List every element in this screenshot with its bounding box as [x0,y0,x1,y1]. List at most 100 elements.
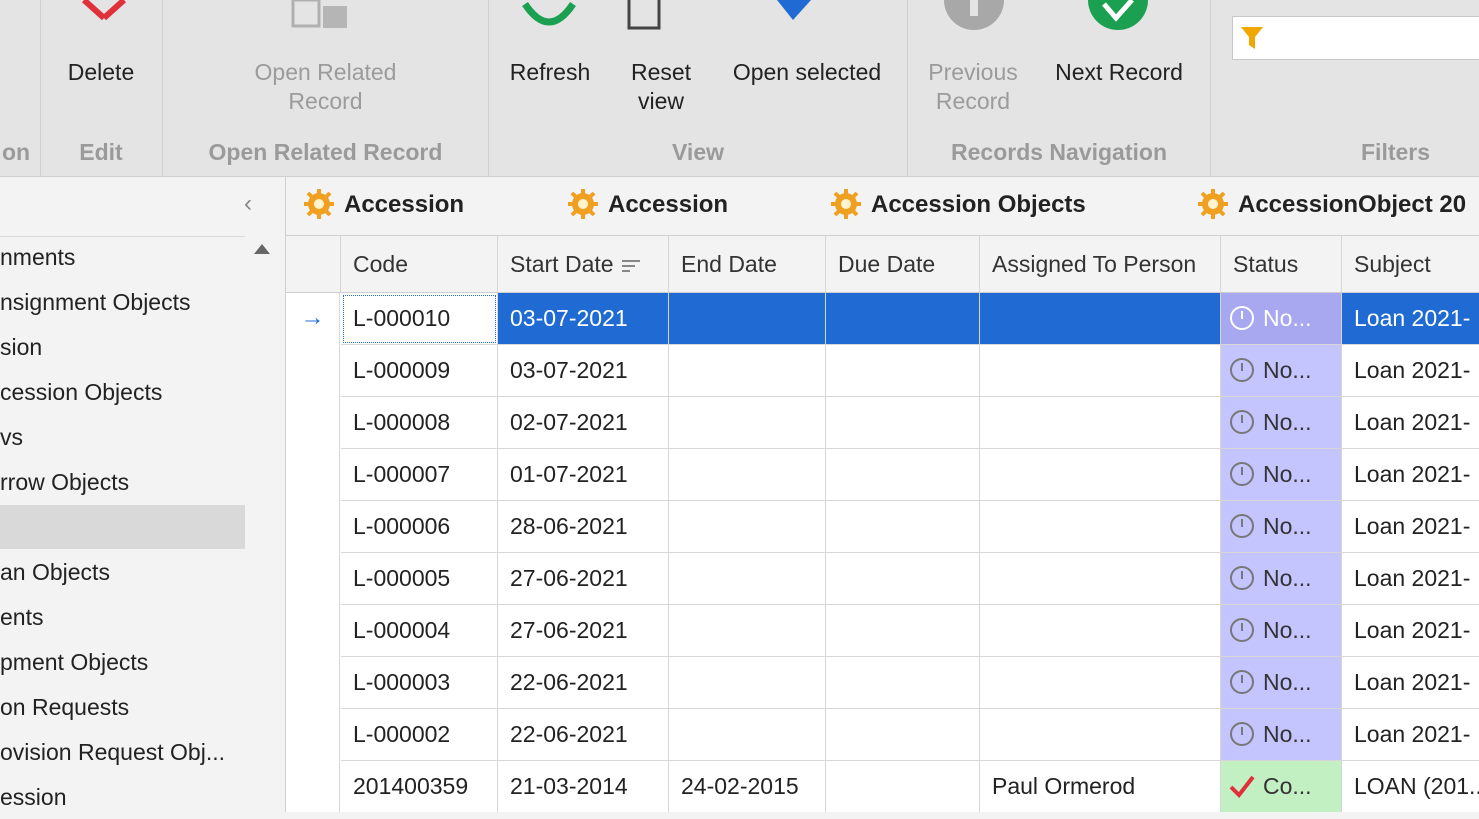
column-header-subject[interactable]: Subject [1342,236,1479,292]
column-header-assigned-to-person[interactable]: Assigned To Person [980,236,1221,292]
row-indicator[interactable] [286,501,340,553]
cell-status[interactable]: No... [1221,449,1342,501]
cell-status[interactable]: No... [1221,605,1342,657]
open-related-record-button[interactable]: Open Related Record [163,58,488,116]
column-header-due-date[interactable]: Due Date [826,236,980,292]
cell-assigned-to-person[interactable] [980,293,1221,345]
cell-assigned-to-person[interactable] [980,501,1221,553]
cell-end-date[interactable] [669,605,826,657]
sidebar-item[interactable]: rrow Objects [0,460,245,504]
cell-start-date[interactable]: 03-07-2021 [498,293,669,345]
cell-status[interactable]: No... [1221,345,1342,397]
cell-subject[interactable]: Loan 2021- [1342,501,1479,553]
cell-code[interactable]: 201400359 [341,761,498,812]
previous-record-button[interactable]: Previous Record [908,58,1038,116]
cell-assigned-to-person[interactable] [980,345,1221,397]
table-row[interactable]: L-000008 02-07-2021 No... Loan 2021- [286,397,1479,449]
column-header-status[interactable]: Status [1221,236,1342,292]
cell-end-date[interactable] [669,553,826,605]
table-row[interactable]: L-000003 22-06-2021 No... Loan 2021- [286,657,1479,709]
cell-status[interactable]: Co... [1221,761,1342,812]
cell-status[interactable]: No... [1221,657,1342,709]
cell-end-date[interactable] [669,501,826,553]
tab-accession-1[interactable]: Accession [304,177,464,235]
cell-subject[interactable]: Loan 2021- [1342,709,1479,761]
row-indicator[interactable] [286,449,340,501]
sidebar-item[interactable]: vs [0,415,245,459]
cell-end-date[interactable] [669,397,826,449]
cell-status[interactable]: No... [1221,709,1342,761]
tab-accessionobject-20[interactable]: AccessionObject 20 [1198,177,1466,235]
cell-start-date[interactable]: 22-06-2021 [498,657,669,709]
cell-code[interactable]: L-000005 [341,553,498,605]
tab-accession-objects[interactable]: Accession Objects [831,177,1086,235]
cell-assigned-to-person[interactable] [980,449,1221,501]
next-record-button[interactable]: Next Record [1044,58,1194,87]
cell-due-date[interactable] [826,397,980,449]
row-indicator[interactable] [286,345,340,397]
row-indicator[interactable] [286,553,340,605]
column-header-start-date[interactable]: Start Date [498,236,669,292]
cell-due-date[interactable] [826,501,980,553]
cell-start-date[interactable]: 03-07-2021 [498,345,669,397]
cell-due-date[interactable] [826,293,980,345]
table-row[interactable]: L-000005 27-06-2021 No... Loan 2021- [286,553,1479,605]
sidebar-item[interactable]: ents [0,595,245,639]
row-indicator[interactable]: → [286,293,340,345]
column-header-end-date[interactable]: End Date [669,236,826,292]
cell-subject[interactable]: Loan 2021- [1342,449,1479,501]
cell-status[interactable]: No... [1221,501,1342,553]
sidebar-item[interactable]: on Requests [0,685,245,729]
table-row[interactable]: L-000006 28-06-2021 No... Loan 2021- [286,501,1479,553]
cell-end-date[interactable] [669,345,826,397]
cell-due-date[interactable] [826,449,980,501]
cell-code[interactable]: L-000006 [341,501,498,553]
cell-code[interactable]: L-000010 [341,293,498,345]
table-row-selected[interactable]: → L-000010 03-07-2021 No... Loan 2021- [286,293,1479,345]
cell-code[interactable]: L-000004 [341,605,498,657]
row-indicator[interactable] [286,761,340,812]
row-indicator[interactable] [286,397,340,449]
cell-due-date[interactable] [826,657,980,709]
cell-subject[interactable]: Loan 2021- [1342,345,1479,397]
cell-start-date[interactable]: 22-06-2021 [498,709,669,761]
cell-start-date[interactable]: 21-03-2014 [498,761,669,812]
cell-status[interactable]: No... [1221,293,1342,345]
cell-end-date[interactable]: 24-02-2015 [669,761,826,812]
cell-status[interactable]: No... [1221,397,1342,449]
cell-subject[interactable]: Loan 2021- [1342,553,1479,605]
cell-end-date[interactable] [669,709,826,761]
cell-assigned-to-person[interactable] [980,397,1221,449]
table-row[interactable]: L-000004 27-06-2021 No... Loan 2021- [286,605,1479,657]
cell-subject[interactable]: LOAN (201... [1342,761,1479,812]
sidebar-item[interactable]: cession Objects [0,370,245,414]
sidebar-item[interactable]: nsignment Objects [0,280,245,324]
cell-subject[interactable]: Loan 2021- [1342,397,1479,449]
cell-subject[interactable]: Loan 2021- [1342,657,1479,709]
table-row[interactable]: L-000002 22-06-2021 No... Loan 2021- [286,709,1479,761]
scroll-up-icon[interactable] [254,244,270,254]
filter-input[interactable] [1232,16,1479,60]
row-indicator[interactable] [286,709,340,761]
delete-button[interactable]: Delete [40,58,162,87]
sidebar-item[interactable]: an Objects [0,550,245,594]
table-row[interactable]: L-000009 03-07-2021 No... Loan 2021- [286,345,1479,397]
cell-assigned-to-person[interactable] [980,657,1221,709]
cell-due-date[interactable] [826,761,980,812]
cell-subject[interactable]: Loan 2021- [1342,605,1479,657]
cell-assigned-to-person[interactable]: Paul Ormerod [980,761,1221,812]
cell-start-date[interactable]: 27-06-2021 [498,553,669,605]
cell-code[interactable]: L-000008 [341,397,498,449]
cell-code[interactable]: L-000009 [341,345,498,397]
cell-subject[interactable]: Loan 2021- [1342,293,1479,345]
cell-start-date[interactable]: 02-07-2021 [498,397,669,449]
cell-end-date[interactable] [669,449,826,501]
open-selected-button[interactable]: Open selected [725,58,889,87]
cell-assigned-to-person[interactable] [980,553,1221,605]
cell-due-date[interactable] [826,709,980,761]
reset-view-button[interactable]: Reset view [614,58,708,116]
refresh-button[interactable]: Refresh [499,58,601,87]
cell-start-date[interactable]: 01-07-2021 [498,449,669,501]
sidebar-item-selected[interactable] [0,505,245,549]
cell-start-date[interactable]: 28-06-2021 [498,501,669,553]
